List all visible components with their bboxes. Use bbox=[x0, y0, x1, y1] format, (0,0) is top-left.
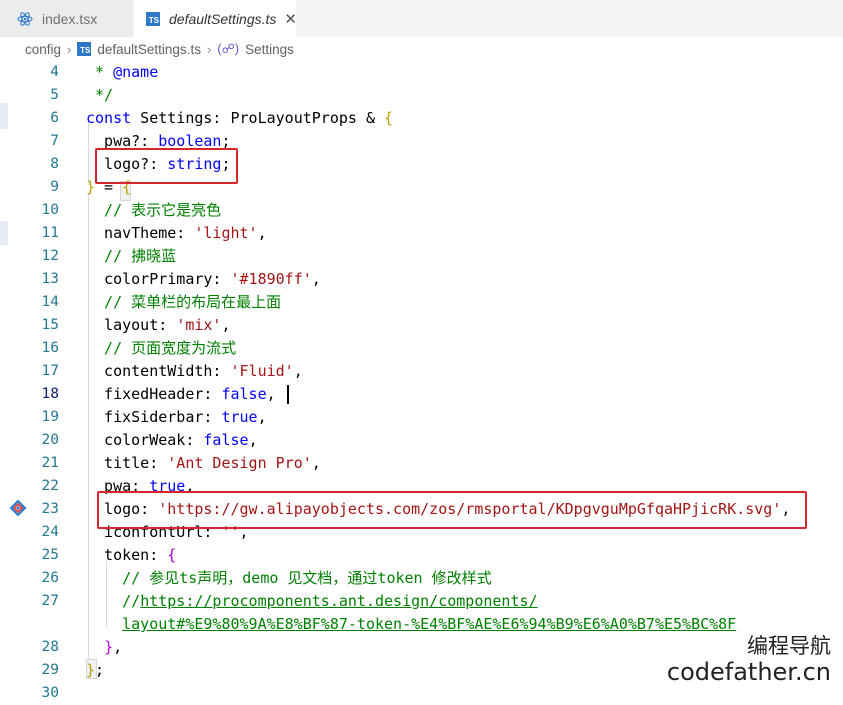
line-number: 30 bbox=[41, 685, 59, 701]
code-text: // 参见ts声明，demo 见文档，通过token 修改样式 bbox=[86, 569, 492, 587]
code-text: token: { bbox=[86, 546, 177, 564]
tab-label: index.tsx bbox=[42, 10, 98, 27]
code-text: const Settings: ProLayoutProps & { bbox=[86, 109, 394, 127]
code-line[interactable]: 28 }, bbox=[0, 636, 843, 659]
code-text: title: 'Ant Design Pro', bbox=[86, 454, 321, 472]
line-number: 20 bbox=[41, 432, 59, 448]
code-text: contentWidth: 'Fluid', bbox=[86, 362, 303, 380]
line-number: 28 bbox=[41, 639, 59, 655]
editor-tab-bar: index.tsx TS defaultSettings.ts ✕ bbox=[0, 0, 843, 37]
line-number: 9 bbox=[50, 179, 59, 195]
breadcrumb-symbol[interactable]: Settings bbox=[245, 42, 294, 57]
line-number: 16 bbox=[41, 340, 59, 356]
line-number: 25 bbox=[41, 547, 59, 563]
code-text: colorPrimary: '#1890ff', bbox=[86, 270, 321, 288]
text-cursor bbox=[287, 385, 289, 404]
code-text: // 菜单栏的布局在最上面 bbox=[86, 293, 282, 311]
code-line[interactable]: 17 contentWidth: 'Fluid', bbox=[0, 360, 843, 383]
ts-file-icon: TS bbox=[77, 42, 92, 56]
line-number: 12 bbox=[41, 248, 59, 264]
code-text: // 表示它是亮色 bbox=[86, 201, 222, 219]
code-line[interactable]: 16 // 页面宽度为流式 bbox=[0, 337, 843, 360]
line-number: 18 bbox=[41, 386, 59, 402]
code-text: navTheme: 'light', bbox=[86, 224, 267, 242]
line-number: 10 bbox=[41, 202, 59, 218]
code-line[interactable]: 5 */ bbox=[0, 84, 843, 107]
code-text: fixedHeader: false, bbox=[86, 385, 276, 403]
ts-badge: TS bbox=[146, 11, 160, 26]
code-line[interactable]: 20 colorWeak: false, bbox=[0, 429, 843, 452]
line-number: 15 bbox=[41, 317, 59, 333]
chevron-right-icon: › bbox=[206, 41, 212, 57]
symbol-variable-icon: (☍) bbox=[217, 41, 240, 56]
breakpoint-diamond-icon[interactable] bbox=[6, 497, 32, 519]
tab-label: defaultSettings.ts bbox=[169, 10, 277, 27]
code-line[interactable]: 15 layout: 'mix', bbox=[0, 314, 843, 337]
code-line[interactable]: 4 * @name bbox=[0, 61, 843, 84]
line-number: 26 bbox=[41, 570, 59, 586]
tab-index-tsx[interactable]: index.tsx bbox=[0, 0, 133, 37]
line-number: 24 bbox=[41, 524, 59, 540]
line-number: 27 bbox=[41, 593, 59, 609]
code-line[interactable]: 11 navTheme: 'light', bbox=[0, 222, 843, 245]
line-number: 19 bbox=[41, 409, 59, 425]
chevron-right-icon: › bbox=[67, 41, 72, 57]
breadcrumb: config › TS defaultSettings.ts › (☍) Set… bbox=[0, 37, 843, 61]
code-text: */ bbox=[86, 86, 114, 104]
code-line[interactable]: 27 //https://procomponents.ant.design/co… bbox=[0, 590, 843, 613]
line-number: 29 bbox=[41, 662, 59, 678]
code-text: layout: 'mix', bbox=[86, 316, 231, 334]
line-number: 4 bbox=[50, 64, 59, 80]
code-text: * @name bbox=[86, 63, 159, 81]
code-text: }; bbox=[86, 661, 105, 679]
code-line[interactable]: 25 token: { bbox=[0, 544, 843, 567]
close-icon[interactable]: ✕ bbox=[284, 10, 297, 28]
line-number: 6 bbox=[50, 110, 59, 126]
code-line[interactable]: 13 colorPrimary: '#1890ff', bbox=[0, 268, 843, 291]
breadcrumb-folder[interactable]: config bbox=[25, 42, 61, 57]
code-line[interactable]: 21 title: 'Ant Design Pro', bbox=[0, 452, 843, 475]
line-number: 11 bbox=[41, 225, 59, 241]
react-icon bbox=[17, 11, 33, 27]
code-line[interactable]: 18 fixedHeader: false, bbox=[0, 383, 843, 406]
watermark-cn: 编程导航 bbox=[747, 634, 831, 658]
code-text: // 页面宽度为流式 bbox=[86, 339, 237, 357]
line-number: 17 bbox=[41, 363, 59, 379]
ts-file-icon: TS bbox=[146, 11, 160, 27]
breadcrumb-file[interactable]: defaultSettings.ts bbox=[97, 42, 201, 57]
line-number: 14 bbox=[41, 294, 59, 310]
code-line[interactable]: 19 fixSiderbar: true, bbox=[0, 406, 843, 429]
line-number: 22 bbox=[41, 478, 59, 494]
code-line[interactable]: 26 // 参见ts声明，demo 见文档，通过token 修改样式 bbox=[0, 567, 843, 590]
code-text: layout#%E9%80%9A%E8%BF%87-token-%E4%BF%A… bbox=[122, 615, 737, 633]
code-line[interactable]: 6 const Settings: ProLayoutProps & { bbox=[0, 107, 843, 130]
code-text: //https://procomponents.ant.design/compo… bbox=[122, 592, 538, 610]
code-text: // 拂晓蓝 bbox=[86, 247, 177, 265]
line-number: 21 bbox=[41, 455, 59, 471]
watermark-domain: codefather.cn bbox=[666, 658, 831, 686]
code-text: fixSiderbar: true, bbox=[86, 408, 267, 426]
highlight-box-line-23 bbox=[97, 491, 807, 529]
code-line[interactable]: 14 // 菜单栏的布局在最上面 bbox=[0, 291, 843, 314]
line-number: 7 bbox=[50, 133, 59, 149]
code-text: colorWeak: false, bbox=[86, 431, 258, 449]
highlight-box-line-8 bbox=[95, 148, 238, 184]
line-number: 5 bbox=[50, 87, 59, 103]
line-number: 13 bbox=[41, 271, 59, 287]
tab-default-settings-ts[interactable]: TS defaultSettings.ts ✕ bbox=[134, 0, 297, 37]
code-line[interactable]: layout#%E9%80%9A%E8%BF%87-token-%E4%BF%A… bbox=[0, 613, 843, 636]
code-line[interactable]: 10 // 表示它是亮色 bbox=[0, 199, 843, 222]
line-number: 8 bbox=[50, 156, 59, 172]
code-line[interactable]: 12 // 拂晓蓝 bbox=[0, 245, 843, 268]
code-text: }, bbox=[104, 638, 123, 656]
